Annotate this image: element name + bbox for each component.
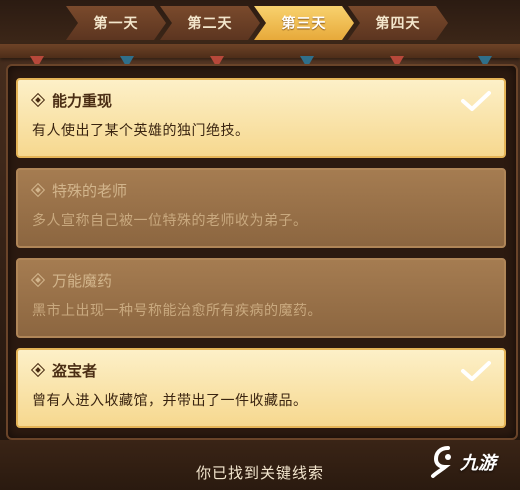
clue-title-row: 特殊的老师 (32, 180, 490, 200)
tab-label: 第二天 (187, 16, 233, 32)
tab-label: 第四天 (375, 16, 421, 32)
diamond-bullet-icon (32, 364, 44, 376)
clue-description: 有人使出了某个英雄的独门绝技。 (32, 123, 250, 139)
clue-card[interactable]: 能力重现 有人使出了某个英雄的独门绝技。 (16, 78, 506, 158)
checkmark-icon (461, 361, 491, 381)
watermark-logo-icon (431, 446, 451, 478)
tab-day-3[interactable]: 第三天 (254, 6, 354, 40)
clue-card[interactable]: 盗宝者 曾有人进入收藏馆，并带出了一件收藏品。 (16, 348, 506, 428)
clue-card[interactable]: 万能魔药 黑市上出现一种号称能治愈所有疾病的魔药。 (16, 258, 506, 338)
clue-title: 万能魔药 (52, 271, 113, 290)
clue-panel: 能力重现 有人使出了某个英雄的独门绝技。 特殊的老师 多人宣称自己被一位特殊的老… (6, 64, 518, 440)
clue-description: 多人宣称自己被一位特殊的老师收为弟子。 (32, 213, 308, 229)
clue-title-row: 盗宝者 (32, 360, 490, 380)
clue-card[interactable]: 特殊的老师 多人宣称自己被一位特殊的老师收为弟子。 (16, 168, 506, 248)
tab-day-4[interactable]: 第四天 (348, 6, 448, 40)
clue-title: 盗宝者 (52, 361, 98, 380)
clue-title: 能力重现 (52, 91, 113, 110)
clue-title-row: 能力重现 (32, 90, 490, 110)
clue-title: 特殊的老师 (52, 181, 128, 200)
diamond-bullet-icon (32, 94, 44, 106)
clue-description: 黑市上出现一种号称能治愈所有疾病的魔药。 (32, 303, 322, 319)
watermark-text: 九游 (460, 453, 496, 474)
wooden-beam (0, 44, 520, 58)
watermark: 九游 (430, 440, 516, 484)
day-tabs: 第一天 第二天 第三天 第四天 (66, 6, 448, 40)
tab-label: 第一天 (93, 16, 139, 32)
game-scene: 第一天 第二天 第三天 第四天 能力重现 有人使出了某个英雄的独门绝技。 特殊的… (0, 0, 520, 490)
tab-day-2[interactable]: 第二天 (160, 6, 260, 40)
checkmark-icon (461, 91, 491, 111)
diamond-bullet-icon (32, 274, 44, 286)
tab-day-1[interactable]: 第一天 (66, 6, 166, 40)
clue-description: 曾有人进入收藏馆，并带出了一件收藏品。 (32, 393, 308, 409)
clue-title-row: 万能魔药 (32, 270, 490, 290)
diamond-bullet-icon (32, 184, 44, 196)
tab-label: 第三天 (281, 16, 327, 32)
